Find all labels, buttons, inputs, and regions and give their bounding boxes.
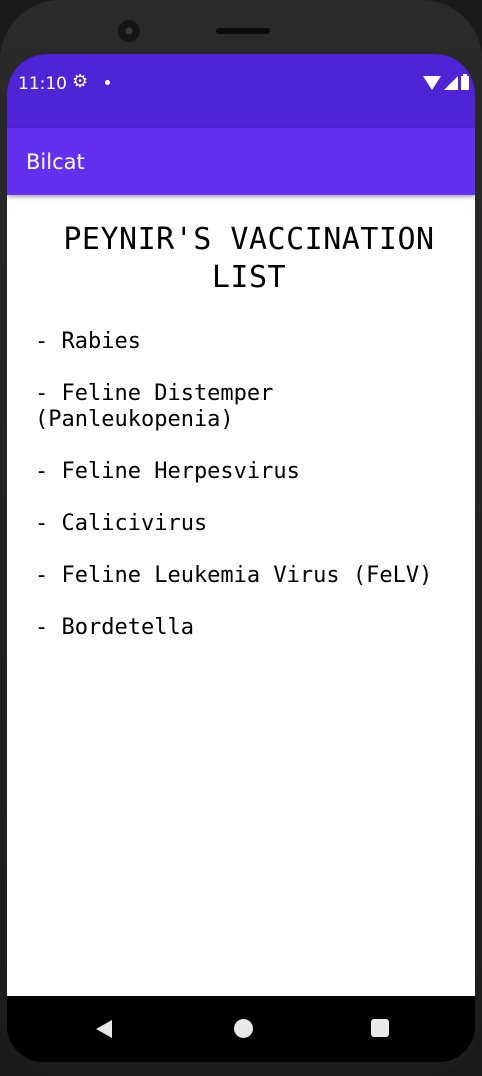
vaccination-list: - Rabies - Feline Distemper (Panleukopen…	[35, 329, 465, 667]
notification-dot-icon	[105, 80, 110, 85]
list-item: - Feline Herpesvirus	[35, 459, 300, 484]
screen: 11:10 ⚙ Bilcat PEYNIR'S VACCINATION LIST…	[7, 54, 475, 1062]
page-title: PEYNIR'S VACCINATION LIST	[63, 222, 435, 295]
signal-icon	[444, 76, 458, 90]
list-item: - Calicivirus	[35, 511, 208, 536]
main-content: PEYNIR'S VACCINATION LIST - Rabies - Fel…	[7, 195, 475, 996]
status-bar: 11:10 ⚙	[7, 54, 475, 128]
recents-icon[interactable]	[371, 1019, 389, 1037]
list-item: - Rabies	[35, 329, 141, 354]
list-item: - Bordetella	[35, 615, 194, 640]
gear-icon: ⚙	[72, 71, 89, 92]
wifi-icon	[423, 76, 441, 90]
list-item: - Feline Distemper (Panleukopenia)	[35, 381, 274, 432]
phone-frame: 11:10 ⚙ Bilcat PEYNIR'S VACCINATION LIST…	[0, 0, 482, 1076]
app-bar: Bilcat	[7, 128, 475, 195]
status-time: 11:10	[18, 74, 67, 94]
front-camera-icon	[118, 20, 140, 42]
app-title: Bilcat	[26, 150, 85, 174]
navigation-bar	[7, 996, 475, 1062]
list-item: - Feline Leukemia Virus (FeLV)	[35, 563, 433, 588]
home-icon[interactable]	[234, 1019, 253, 1038]
speaker-grille	[216, 28, 270, 34]
back-icon[interactable]	[96, 1020, 112, 1038]
status-icons	[423, 74, 469, 92]
battery-icon	[461, 74, 469, 90]
